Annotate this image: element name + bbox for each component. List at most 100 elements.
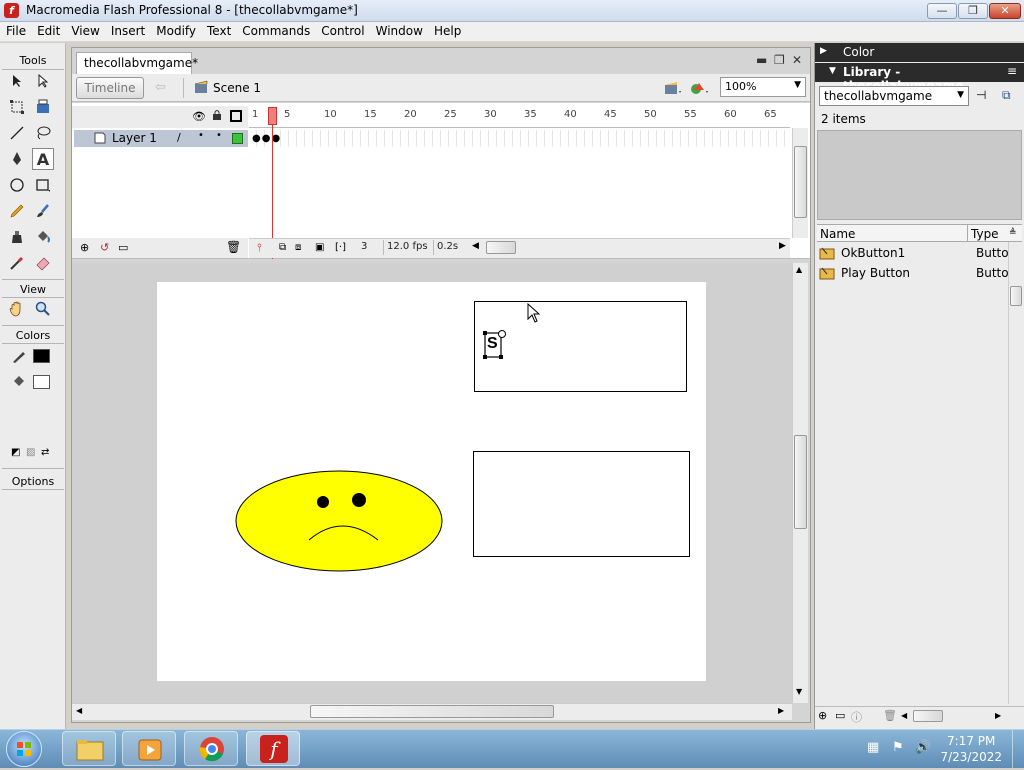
layer-row[interactable]: Layer 1 / • • [74, 130, 248, 147]
pencil-tool-icon[interactable] [6, 200, 28, 222]
volume-icon[interactable]: 🔊 [915, 740, 931, 755]
properties-icon[interactable]: ⓘ [851, 709, 862, 725]
oval-tool-icon[interactable] [6, 174, 28, 196]
taskbar-flash[interactable]: f [246, 731, 300, 766]
new-folder-icon[interactable]: ▭ [835, 709, 845, 722]
library-scroll-thumb[interactable] [1010, 286, 1022, 306]
subselection-tool-icon[interactable] [32, 70, 54, 92]
menu-window[interactable]: Window [370, 22, 428, 38]
minimize-button[interactable]: — [927, 3, 957, 19]
brush-tool-icon[interactable] [32, 200, 54, 222]
black-white-icon[interactable]: ◩ [11, 447, 20, 458]
pen-tool-icon[interactable] [6, 148, 28, 170]
document-tab[interactable]: thecollabvmgame* [76, 52, 198, 74]
swap-colors-icon[interactable]: ⇄ [41, 447, 49, 458]
show-desktop-button[interactable] [1012, 730, 1024, 768]
menu-text[interactable]: Text [201, 22, 236, 38]
edit-multiple-frames-icon[interactable]: ▣ [315, 242, 324, 253]
library-vscrollbar[interactable] [1008, 242, 1023, 704]
taskbar-media-player[interactable] [122, 731, 176, 766]
back-arrow-icon[interactable]: ⇦ [155, 80, 166, 95]
zoom-select[interactable]: 100% ▼ [720, 77, 806, 97]
playhead[interactable] [268, 107, 277, 125]
timeline-vscrollbar[interactable] [792, 128, 808, 238]
new-library-panel-icon[interactable]: ⧉ [1002, 88, 1011, 103]
library-item[interactable]: OkButton1 Butto [817, 244, 1009, 263]
taskbar-explorer[interactable] [62, 731, 116, 766]
menu-view[interactable]: View [65, 22, 104, 38]
stroke-color-swatch[interactable] [33, 349, 50, 363]
menu-control[interactable]: Control [315, 22, 369, 38]
center-frame-icon[interactable]: ⫯ [257, 241, 262, 255]
add-motion-guide-icon[interactable]: ↺ [100, 241, 109, 254]
delete-icon[interactable]: 🗑 [883, 709, 897, 722]
library-hscroll-thumb[interactable] [913, 710, 943, 722]
onion-skin-icon[interactable]: ⧉ [279, 242, 286, 253]
action-center-icon[interactable]: ⚑ [892, 740, 904, 755]
lasso-tool-icon[interactable] [32, 122, 54, 144]
layer-name[interactable]: Layer 1 [112, 131, 157, 145]
scroll-left-icon[interactable]: ◀ [901, 711, 907, 720]
edit-symbols-icon[interactable] [690, 80, 710, 99]
frame-ruler[interactable]: 1 5 10 15 20 25 30 35 40 45 50 55 60 65 [249, 106, 790, 128]
menu-insert[interactable]: Insert [105, 22, 150, 38]
column-name[interactable]: Name [820, 227, 855, 241]
stroke-color-icon[interactable] [8, 345, 30, 367]
fill-color-icon[interactable] [8, 371, 30, 393]
doc-close-button[interactable]: ✕ [792, 53, 802, 67]
stage-hscrollbar[interactable]: ◀ ▶ [72, 703, 792, 720]
eye-icon[interactable]: 👁 [192, 110, 206, 123]
layer-outline-color[interactable] [232, 133, 243, 144]
insert-folder-icon[interactable]: ▭ [118, 241, 128, 254]
no-color-icon[interactable]: ▨ [26, 447, 35, 458]
line-tool-icon[interactable] [6, 122, 28, 144]
eraser-tool-icon[interactable] [32, 252, 54, 274]
scroll-right-icon[interactable]: ▶ [995, 711, 1001, 720]
doc-minimize-button[interactable]: ▬ [756, 53, 767, 67]
library-document-select[interactable]: thecollabvmgame ▼ [819, 86, 969, 106]
new-symbol-icon[interactable]: ⊕ [818, 709, 827, 722]
start-button[interactable] [6, 731, 42, 767]
library-panel-header[interactable]: ▼ Library - thecollabvmgame ≡ [815, 63, 1024, 93]
color-panel-header[interactable]: ▶ Color [815, 43, 1024, 62]
fill-color-swatch[interactable] [33, 375, 50, 389]
timeline-toggle-button[interactable]: Timeline [76, 77, 144, 99]
arrow-tool-icon[interactable] [6, 70, 28, 92]
network-icon[interactable]: ▦ [867, 740, 879, 755]
onion-outline-icon[interactable]: ⧈ [295, 242, 301, 253]
visibility-dot[interactable]: • [198, 130, 204, 141]
flash-app-icon[interactable]: f [4, 3, 19, 18]
library-item[interactable]: Play Button Butto [817, 264, 1009, 283]
modify-onion-markers-icon[interactable]: [·] [335, 242, 346, 253]
stage-vscrollbar[interactable]: ▲ ▼ [792, 263, 808, 703]
column-type[interactable]: Type [971, 227, 999, 241]
clock[interactable]: 7:17 PM 7/23/2022 [940, 733, 1002, 765]
rectangle-tool-icon[interactable] [32, 174, 54, 196]
scroll-left-icon[interactable]: ◀ [472, 241, 479, 251]
ink-bottle-tool-icon[interactable] [6, 226, 28, 248]
scroll-right-icon[interactable]: ▶ [779, 241, 786, 251]
scroll-thumb[interactable] [794, 146, 807, 218]
maximize-button[interactable]: ❐ [958, 3, 988, 19]
insert-layer-icon[interactable]: ⊕ [80, 241, 89, 254]
menu-commands[interactable]: Commands [236, 22, 315, 38]
menu-help[interactable]: Help [428, 22, 466, 38]
timeline-hscroll-thumb[interactable] [486, 241, 516, 254]
frame-cells[interactable]: ●●● [249, 130, 790, 147]
eyedropper-tool-icon[interactable] [6, 252, 28, 274]
stage-vscroll-thumb[interactable] [794, 435, 807, 529]
taskbar-chrome[interactable] [184, 731, 238, 766]
text-tool-icon[interactable]: A [32, 148, 54, 170]
pin-library-icon[interactable]: ⊣ [976, 88, 986, 102]
menu-edit[interactable]: Edit [31, 22, 65, 38]
fill-transform-tool-icon[interactable] [32, 96, 54, 118]
menu-modify[interactable]: Modify [150, 22, 201, 38]
free-transform-tool-icon[interactable] [6, 96, 28, 118]
stage-text[interactable]: S [487, 333, 499, 355]
delete-layer-icon[interactable]: 🗑 [226, 240, 241, 254]
close-button[interactable]: ✕ [989, 3, 1021, 19]
sort-icon[interactable]: ≜ [1009, 228, 1017, 238]
edit-scene-icon[interactable] [664, 80, 682, 99]
lock-dot[interactable]: • [216, 130, 222, 141]
hand-tool-icon[interactable] [6, 298, 28, 320]
